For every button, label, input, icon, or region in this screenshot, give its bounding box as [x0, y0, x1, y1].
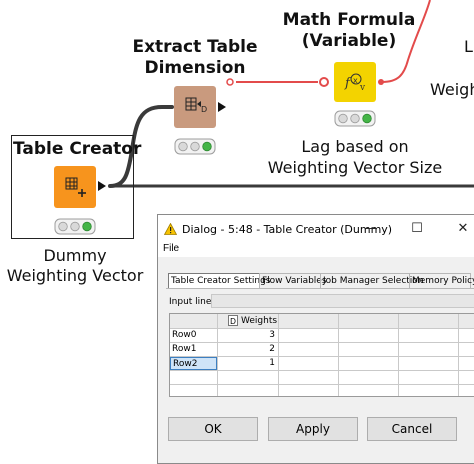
svg-text:D: D — [201, 105, 207, 114]
status-traffic-light — [334, 110, 376, 127]
apply-button[interactable]: Apply — [268, 417, 358, 441]
math-formula-caption-line1: Lag based on — [301, 137, 409, 156]
cell-row1-weights[interactable]: 2 — [218, 343, 278, 356]
extract-dimension-title-line2: Dimension — [144, 58, 246, 78]
svg-text:v: v — [359, 83, 366, 93]
table-creator-dialog: Dialog - 5:48 - Table Creator (Dummy) — … — [157, 214, 474, 464]
data-table: D Weights Row0 3 Row1 2 Row2 1 — [169, 313, 474, 397]
close-button[interactable]: ✕ — [450, 219, 474, 239]
menu-file[interactable]: File — [163, 243, 179, 254]
tab-flow-variables[interactable]: Flow Variables — [259, 273, 327, 288]
tab-memory-policy[interactable]: Memory Policy — [409, 273, 474, 288]
partial-node-caption: Weigh — [430, 80, 474, 99]
row-header-row0[interactable]: Row0 — [170, 329, 217, 342]
cell-row2-weights[interactable]: 1 — [218, 357, 278, 370]
row-header-row2[interactable]: Row2 — [170, 357, 217, 370]
tab-table-creator-settings[interactable]: Table Creator Settings — [168, 273, 270, 288]
column-header-weights[interactable]: Weights — [241, 315, 277, 327]
cell-row0-weights[interactable]: 3 — [218, 329, 278, 342]
warning-icon — [164, 223, 177, 235]
dialog-menubar: File — [158, 243, 474, 257]
table-creator-caption-line2: Weighting Vector — [6, 266, 144, 285]
flow-var-port-icon[interactable] — [226, 78, 234, 86]
maximize-button[interactable]: ☐ — [404, 219, 430, 239]
math-formula-caption-line2: Weighting Vector Size — [267, 158, 443, 177]
node-math-formula-variable[interactable]: f x v — [319, 62, 384, 127]
flow-var-input-port-icon[interactable] — [319, 77, 329, 87]
column-type-badge: D — [228, 315, 238, 326]
input-line-label: Input line: — [169, 297, 215, 307]
partial-node-title: L — [464, 37, 473, 56]
minimize-button[interactable]: — — [358, 219, 384, 239]
extract-dimension-title-line1: Extract Table — [132, 37, 258, 57]
table-header-row — [170, 314, 474, 328]
settings-panel: Input line: D Weights Row0 3 Row1 2 Row2… — [166, 288, 474, 419]
flow-var-output-port-icon[interactable] — [378, 79, 384, 85]
svg-text:x: x — [353, 76, 358, 85]
dialog-titlebar[interactable]: Dialog - 5:48 - Table Creator (Dummy) — … — [158, 215, 474, 243]
table-creator-caption-line1: Dummy — [43, 246, 107, 265]
table-creator-title: Table Creator — [13, 139, 142, 159]
input-line-field[interactable] — [211, 294, 474, 308]
output-port-icon[interactable] — [218, 102, 226, 112]
node-extract-table-dimension[interactable]: D — [174, 78, 234, 155]
tab-job-manager-selection[interactable]: Job Manager Selection — [320, 273, 424, 288]
row-header-row1[interactable]: Row1 — [170, 343, 217, 356]
math-formula-title-line1: Math Formula — [282, 10, 416, 30]
math-formula-title-line2: (Variable) — [301, 31, 397, 51]
ok-button[interactable]: OK — [168, 417, 258, 441]
status-traffic-light — [174, 138, 216, 155]
cancel-button[interactable]: Cancel — [367, 417, 457, 441]
